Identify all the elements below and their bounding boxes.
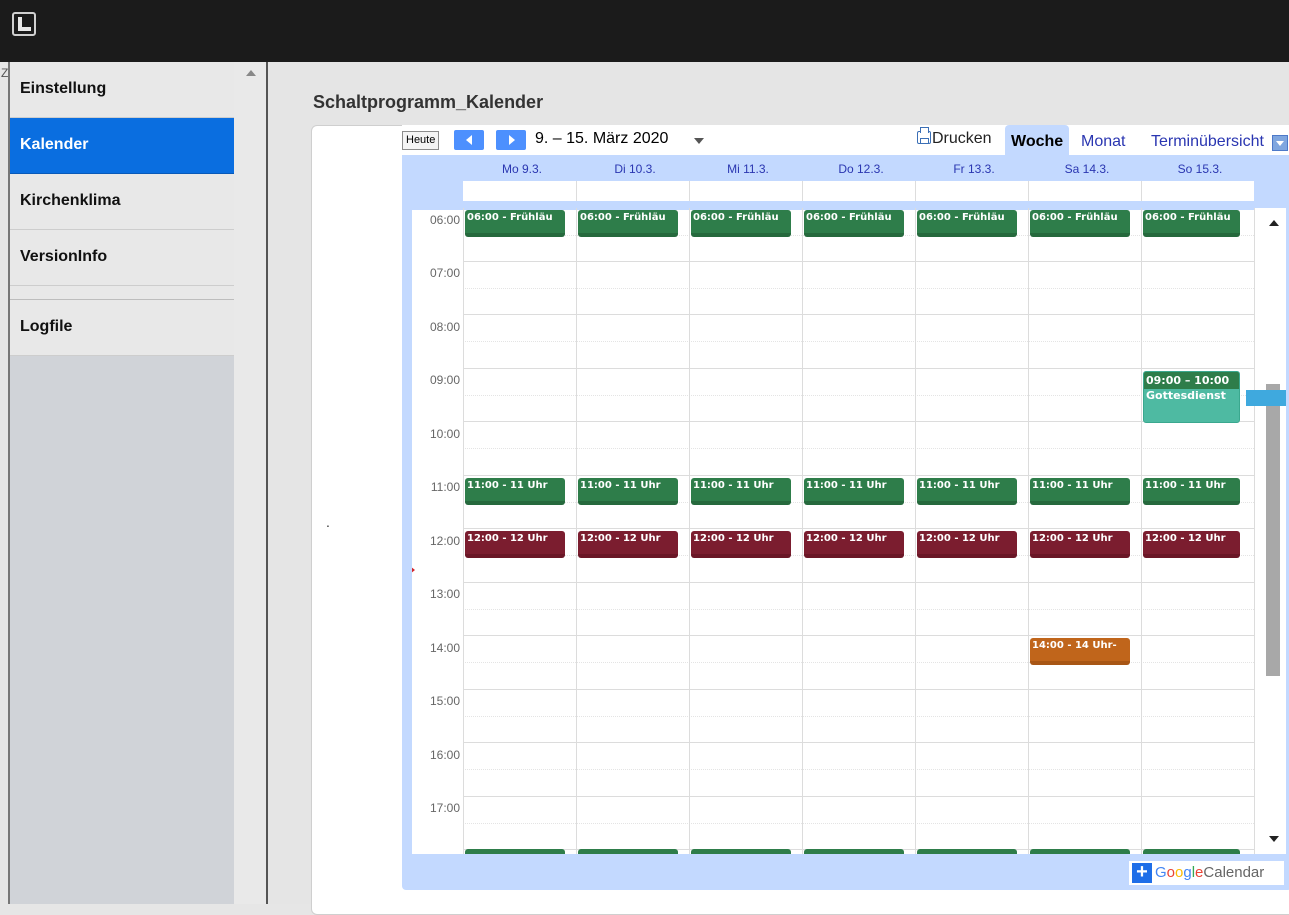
event-time: 09:00 – 10:00 xyxy=(1144,372,1239,389)
calendar-event[interactable]: 12:00 - 12 Uhr xyxy=(465,531,565,558)
hour-label: 14:00 xyxy=(429,641,460,655)
top-bar xyxy=(0,0,1289,62)
scroll-up-arrow-icon[interactable] xyxy=(1269,220,1279,226)
day-header[interactable]: Mo 9.3. xyxy=(466,162,578,176)
sidebar-item-kalender[interactable]: Kalender xyxy=(10,118,234,174)
sidebar-separator xyxy=(10,286,234,300)
date-range-label[interactable]: 9. – 15. März 2020 xyxy=(535,130,668,148)
calendar-event[interactable]: 14:00 - 14 Uhr- xyxy=(1030,638,1130,665)
day-header[interactable]: Fr 13.3. xyxy=(918,162,1030,176)
day-header[interactable]: Di 10.3. xyxy=(579,162,691,176)
overflow-indicator xyxy=(1246,390,1286,406)
next-week-button[interactable] xyxy=(496,130,526,150)
tab-dropdown-icon[interactable] xyxy=(1272,135,1288,151)
hour-label: 15:00 xyxy=(429,694,460,708)
calendar-event[interactable]: 06:00 - Frühläu xyxy=(917,210,1017,237)
sidebar-item-logfile[interactable]: Logfile xyxy=(10,300,234,356)
calendar-event[interactable]: 12:00 - 12 Uhr xyxy=(1143,531,1240,558)
arrow-right-icon xyxy=(509,135,515,145)
calendar-event[interactable]: 12:00 - 12 Uhr xyxy=(691,531,791,558)
calendar-event[interactable]: 06:00 - Frühläu xyxy=(1030,210,1130,237)
week-grid[interactable]: 06:00 07:00 08:00 09:00 10:00 11:00 12:0… xyxy=(412,208,1286,854)
calendar-event[interactable]: 06:00 - Frühläu xyxy=(1143,210,1240,237)
print-label: Drucken xyxy=(932,130,992,147)
arrow-left-icon xyxy=(466,135,472,145)
sidebar-item-kirchenklima[interactable]: Kirchenklima xyxy=(10,174,234,230)
hour-label: 07:00 xyxy=(429,266,460,280)
sidebar-item-versioninfo[interactable]: VersionInfo xyxy=(10,230,234,286)
hour-label: 13:00 xyxy=(429,587,460,601)
hour-label: 12:00 xyxy=(429,534,460,548)
calendar-event-partial[interactable] xyxy=(691,849,791,854)
calendar-event[interactable]: 12:00 - 12 Uhr xyxy=(1030,531,1130,558)
calendar-event[interactable]: 11:00 - 11 Uhr xyxy=(1030,478,1130,505)
calendar-event-partial[interactable] xyxy=(1143,849,1240,854)
current-time-marker xyxy=(412,566,415,574)
calendar-event[interactable]: 11:00 - 11 Uhr xyxy=(804,478,904,505)
hour-label: 16:00 xyxy=(429,748,460,762)
calendar-event[interactable]: 11:00 - 11 Uhr xyxy=(465,478,565,505)
grid-scrollbar[interactable] xyxy=(1263,208,1285,854)
google-calendar-link[interactable]: + GoogleCalendar xyxy=(1129,861,1284,885)
day-header[interactable]: Mi 11.3. xyxy=(692,162,804,176)
calendar-event[interactable]: 11:00 - 11 Uhr xyxy=(578,478,678,505)
hour-label: 17:00 xyxy=(429,801,460,815)
sidebar: Einstellung Kalender Kirchenklima Versio… xyxy=(10,62,234,904)
chevron-down-icon[interactable] xyxy=(694,138,704,144)
calendar-event[interactable]: 11:00 - 11 Uhr xyxy=(1143,478,1240,505)
print-button[interactable]: Drucken xyxy=(917,127,992,148)
calendar-event[interactable]: 06:00 - Frühläu xyxy=(465,210,565,237)
scroll-thumb[interactable] xyxy=(1266,384,1280,676)
calendar-event[interactable]: 06:00 - Frühläu xyxy=(691,210,791,237)
tab-month[interactable]: Monat xyxy=(1081,125,1125,155)
calendar-event-partial[interactable] xyxy=(804,849,904,854)
calendar-event[interactable]: 11:00 - 11 Uhr xyxy=(691,478,791,505)
calendar-event-partial[interactable] xyxy=(917,849,1017,854)
day-header[interactable]: Do 12.3. xyxy=(805,162,917,176)
calendar-event[interactable]: 06:00 - Frühläu xyxy=(804,210,904,237)
calendar-event-partial[interactable] xyxy=(465,849,565,854)
day-header[interactable]: Sa 14.3. xyxy=(1031,162,1143,176)
hour-label: 10:00 xyxy=(429,427,460,441)
calendar-event-partial[interactable] xyxy=(578,849,678,854)
page-title: Schaltprogramm_Kalender xyxy=(313,92,544,112)
sidebar-item-einstellung[interactable]: Einstellung xyxy=(10,62,234,118)
calendar-event[interactable]: 12:00 - 12 Uhr xyxy=(804,531,904,558)
calendar-event[interactable]: 12:00 - 12 Uhr xyxy=(917,531,1017,558)
tab-agenda[interactable]: Terminübersicht xyxy=(1151,125,1264,155)
printer-icon xyxy=(917,127,931,144)
calendar-event[interactable]: 06:00 - Frühläu xyxy=(578,210,678,237)
today-button[interactable]: Heute xyxy=(402,131,440,150)
hour-label: 11:00 xyxy=(430,480,460,494)
app-logo-icon[interactable] xyxy=(12,12,36,36)
hour-label: 09:00 xyxy=(429,373,460,387)
google-calendar-logo: GoogleCalendar xyxy=(1155,864,1265,881)
event-title: Gottesdienst xyxy=(1146,389,1226,402)
plus-icon: + xyxy=(1132,862,1152,883)
stray-dot: . xyxy=(326,514,330,530)
hour-label: 06:00 xyxy=(429,213,460,227)
calendar-event-gottesdienst[interactable]: 09:00 – 10:00 Gottesdienst xyxy=(1143,371,1240,423)
main-content: Schaltprogramm_Kalender . Heute 9. – 15.… xyxy=(270,62,1289,915)
calendar-panel: . Heute 9. – 15. März 2020 Drucken Woche… xyxy=(311,125,1289,915)
scroll-up-arrow-icon[interactable] xyxy=(246,70,256,76)
sidebar-scrollbar[interactable] xyxy=(234,62,268,904)
calendar-toolbar: Heute 9. – 15. März 2020 Drucken Woche M… xyxy=(402,125,1289,155)
day-header[interactable]: So 15.3. xyxy=(1144,162,1256,176)
hour-label: 08:00 xyxy=(429,320,460,334)
calendar-event[interactable]: 11:00 - 11 Uhr xyxy=(917,478,1017,505)
all-day-row[interactable] xyxy=(463,181,1254,201)
calendar-event[interactable]: 12:00 - 12 Uhr xyxy=(578,531,678,558)
tab-week[interactable]: Woche xyxy=(1005,125,1070,155)
calendar-event-partial[interactable] xyxy=(1030,849,1130,854)
google-calendar-embed: Heute 9. – 15. März 2020 Drucken Woche M… xyxy=(402,125,1289,890)
scroll-down-arrow-icon[interactable] xyxy=(1269,836,1279,842)
previous-week-button[interactable] xyxy=(454,130,484,150)
